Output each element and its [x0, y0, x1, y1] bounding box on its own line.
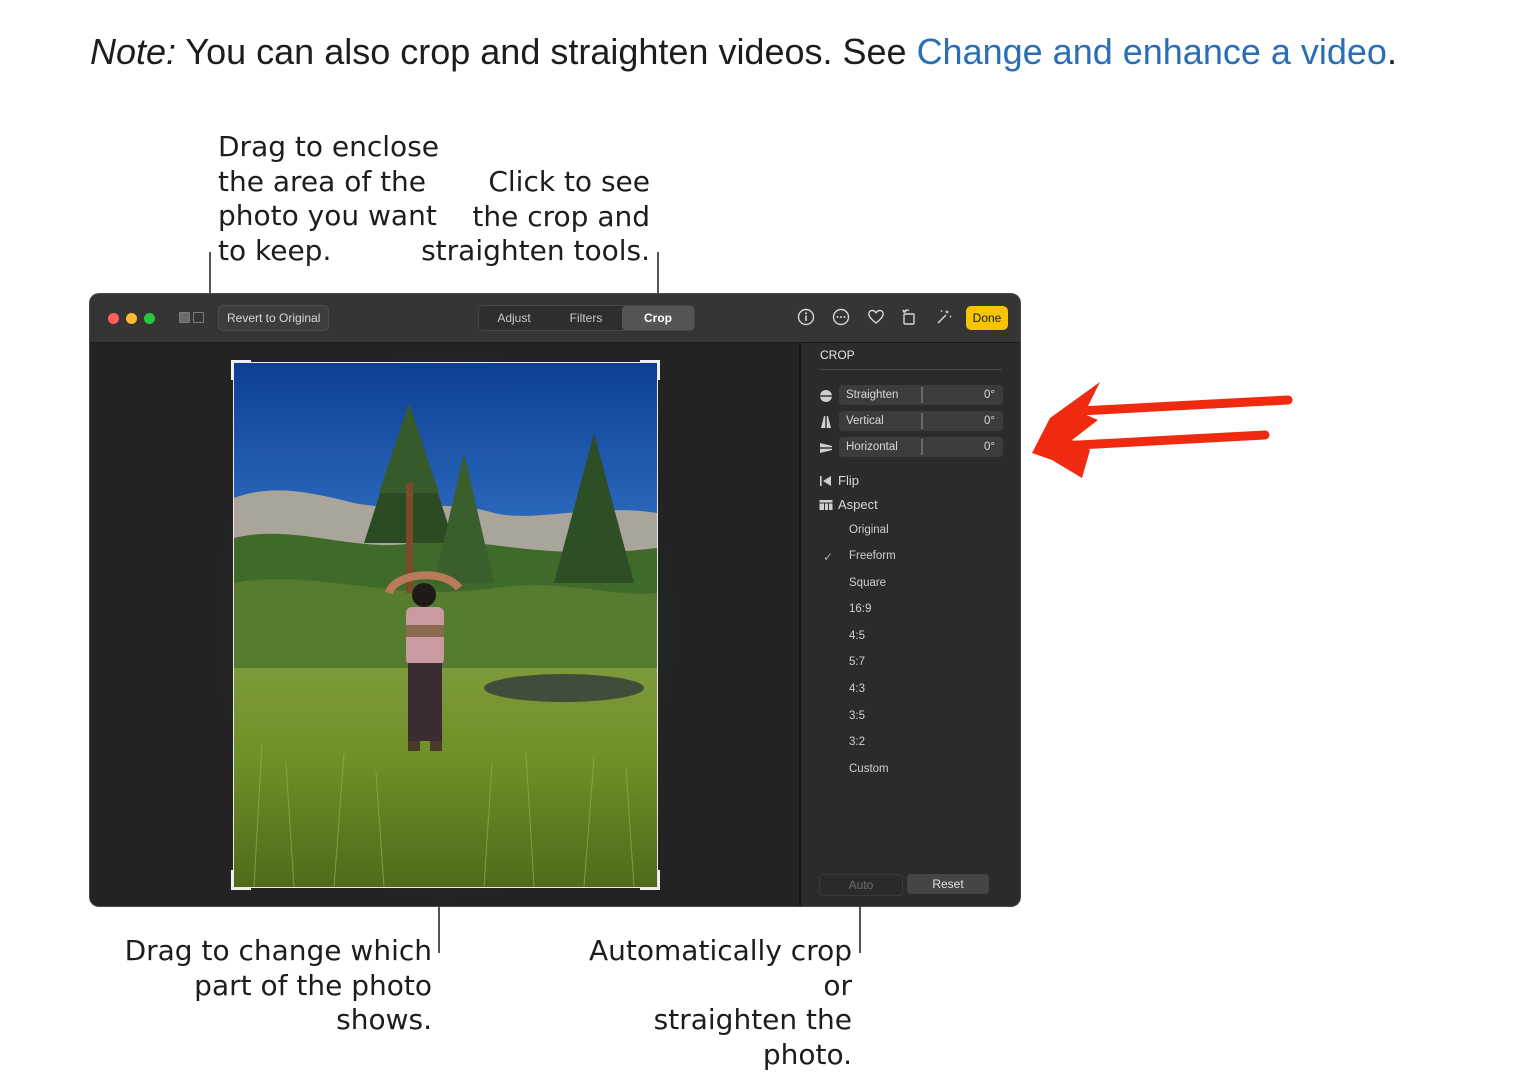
horizontal-slider[interactable]: Horizontal 0°	[839, 437, 1003, 457]
view-toggle-icon[interactable]	[179, 312, 190, 323]
crop-handle-bottom-left[interactable]	[231, 870, 251, 890]
aspect-option-3-5[interactable]: 3:5	[849, 710, 865, 722]
crop-handle-bottom-right[interactable]	[640, 870, 660, 890]
change-video-link[interactable]: Change and enhance a video	[917, 31, 1387, 72]
info-icon[interactable]	[797, 308, 815, 326]
tab-adjust[interactable]: Adjust	[479, 306, 549, 330]
heart-icon[interactable]	[867, 308, 885, 326]
aspect-option-4-5[interactable]: 4:5	[849, 630, 865, 642]
crop-handle-top-right[interactable]	[640, 360, 660, 380]
aspect-option-freeform[interactable]: Freeform	[849, 550, 896, 562]
aspect-option-4-3[interactable]: 4:3	[849, 683, 865, 695]
aspect-option-custom[interactable]: Custom	[849, 763, 889, 775]
rotate-icon[interactable]	[900, 308, 918, 326]
crop-panel-title: CROP	[820, 348, 855, 362]
note-prefix: Note:	[90, 31, 177, 72]
more-icon[interactable]	[832, 308, 850, 326]
toolbar: Revert to Original Adjust Filters Crop D…	[90, 294, 1020, 343]
auto-button[interactable]: Auto	[819, 874, 903, 896]
note-suffix: .	[1386, 31, 1397, 72]
crop-canvas[interactable]	[90, 343, 799, 906]
flip-button[interactable]: Flip	[838, 473, 859, 488]
vertical-slider[interactable]: Vertical 0°	[839, 411, 1003, 431]
horizontal-value: 0°	[984, 441, 995, 453]
flip-icon	[820, 476, 831, 486]
vertical-value: 0°	[984, 415, 995, 427]
straighten-icon	[819, 390, 833, 402]
close-button[interactable]	[108, 313, 119, 324]
aspect-icon	[819, 500, 833, 510]
callout-drag-enclose: Drag to enclose the area of the photo yo…	[218, 130, 440, 267]
divider	[819, 369, 1002, 370]
aspect-option-original[interactable]: Original	[849, 524, 889, 536]
note-text: You can also crop and straighten videos.…	[176, 31, 917, 72]
photo-crop-area[interactable]	[233, 362, 658, 888]
red-annotation-arrow	[1032, 382, 1293, 478]
vertical-perspective-icon	[821, 415, 831, 429]
crop-handle-top-left[interactable]	[231, 360, 251, 380]
tab-filters[interactable]: Filters	[551, 306, 621, 330]
aspect-option-3-2[interactable]: 3:2	[849, 736, 865, 748]
zoom-button[interactable]	[144, 313, 155, 324]
slider-marker	[921, 413, 923, 429]
vertical-label: Vertical	[846, 415, 884, 427]
horizontal-perspective-icon	[819, 443, 833, 453]
revert-to-original-button[interactable]: Revert to Original	[218, 305, 330, 331]
callout-click-tools: Click to see the crop and straighten too…	[421, 165, 650, 267]
edit-mode-tabs: Adjust Filters Crop	[478, 305, 695, 331]
slider-marker	[921, 439, 923, 455]
crop-panel: CROP Straighten 0° Vertical 0° Horizonta…	[799, 343, 1020, 906]
split-view-icon[interactable]	[193, 312, 204, 323]
straighten-label: Straighten	[846, 389, 899, 401]
photos-window: Revert to Original Adjust Filters Crop D…	[90, 294, 1020, 906]
aspect-option-square[interactable]: Square	[849, 577, 886, 589]
checkmark-icon: ✓	[823, 550, 834, 564]
note-paragraph: Note: You can also crop and straighten v…	[90, 28, 1490, 76]
done-button[interactable]: Done	[966, 306, 1008, 330]
minimize-button[interactable]	[126, 313, 137, 324]
reset-button[interactable]: Reset	[907, 874, 989, 894]
callout-auto-crop: Automatically crop or straighten the pho…	[589, 934, 852, 1071]
magic-wand-icon[interactable]	[935, 308, 953, 326]
photo-landscape-image	[234, 363, 657, 887]
aspect-option-16-9[interactable]: 16:9	[849, 603, 871, 615]
horizontal-label: Horizontal	[846, 441, 898, 453]
callout-drag-change: Drag to change which part of the photo s…	[124, 934, 432, 1036]
tab-crop[interactable]: Crop	[622, 306, 694, 330]
straighten-value: 0°	[984, 389, 995, 401]
slider-marker	[921, 387, 923, 403]
aspect-option-5-7[interactable]: 5:7	[849, 656, 865, 668]
straighten-slider[interactable]: Straighten 0°	[839, 385, 1003, 405]
aspect-label: Aspect	[838, 497, 878, 512]
